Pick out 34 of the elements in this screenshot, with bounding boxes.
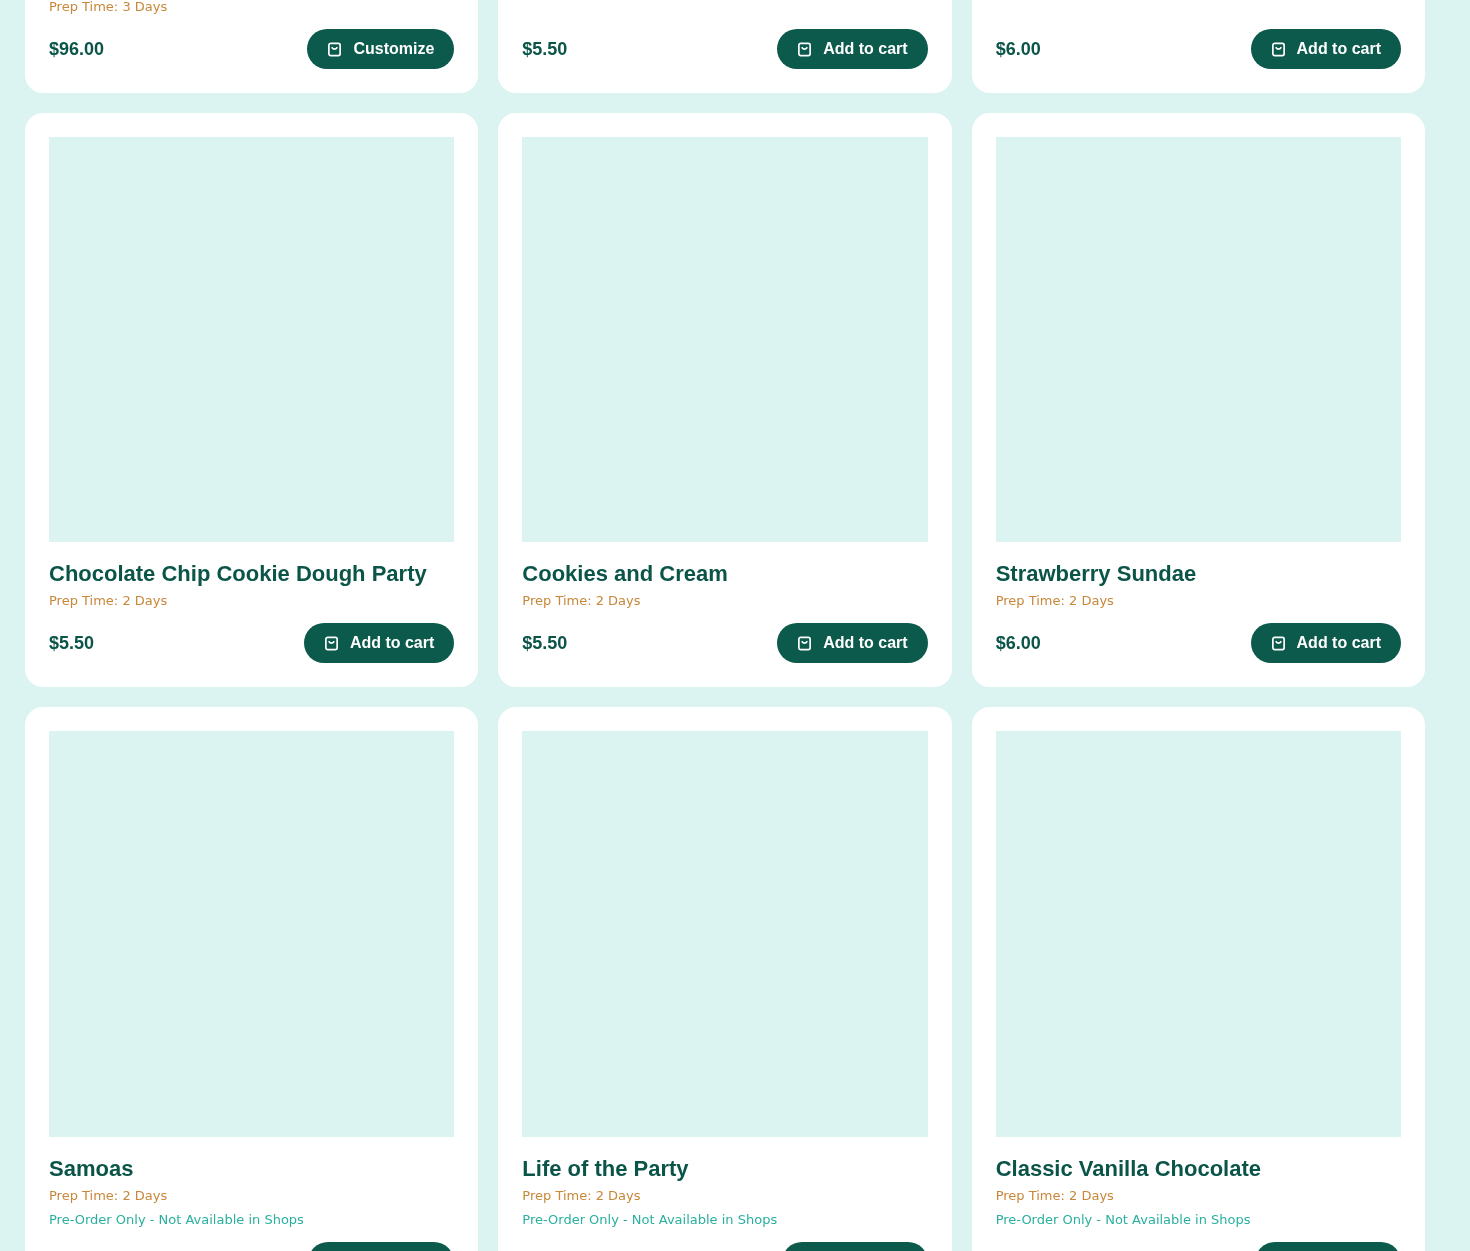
add-to-cart-button[interactable]: Add to cart — [1250, 29, 1401, 69]
shopping-bag-icon — [323, 635, 339, 651]
add-to-cart-button[interactable]: Customize — [307, 29, 455, 69]
product-title[interactable]: Cookies and Cream — [522, 560, 928, 589]
prep-time: Prep Time: 2 Days — [49, 592, 169, 611]
prep-time: Prep Time: 2 Days — [49, 1186, 169, 1205]
add-to-cart-button[interactable]: Add to cart — [777, 623, 928, 664]
add-to-cart-button[interactable]: Add to cart — [303, 623, 455, 664]
product-title[interactable]: Classic Vanilla Chocolate — [995, 1154, 1401, 1183]
pre-order-notice: Pre-Order Only - Not Available in Shops — [995, 1210, 1252, 1229]
product-title[interactable]: Chocolate Chip Cookie Dough Party — [49, 560, 455, 589]
product-price: $5.50 — [522, 632, 568, 654]
product-price: $6.00 — [995, 38, 1041, 60]
product-price: $5.50 — [522, 38, 568, 60]
shopping-bag-icon — [797, 635, 813, 651]
prep-time: Prep Time: 2 Days — [995, 1186, 1115, 1205]
add-to-cart-button[interactable]: Add to cart — [1250, 623, 1401, 664]
add-to-cart-button[interactable]: Add to cart — [777, 29, 928, 69]
prep-time: Prep Time: 2 Days — [522, 1186, 642, 1205]
product-title[interactable]: Strawberry Sundae — [995, 560, 1401, 589]
prep-time: Prep Time: 2 Days — [995, 592, 1115, 611]
shopping-bag-icon — [797, 41, 813, 57]
pre-order-notice: Pre-Order Only - Not Available in Shops — [522, 1210, 779, 1229]
prep-time: Prep Time: 2 Days — [522, 592, 642, 611]
product-price: $5.50 — [49, 632, 95, 654]
product-price: $96.00 — [49, 38, 105, 60]
product-title[interactable]: Life of the Party — [522, 1154, 928, 1183]
prep-time: Prep Time: 3 Days — [49, 0, 169, 16]
shopping-bag-icon — [327, 41, 343, 57]
product-title[interactable]: Samoas — [49, 1154, 455, 1183]
shopping-bag-icon — [1270, 41, 1286, 57]
shopping-bag-icon — [1270, 635, 1286, 651]
product-price: $6.00 — [995, 632, 1041, 654]
pre-order-notice: Pre-Order Only - Not Available in Shops — [49, 1210, 305, 1229]
